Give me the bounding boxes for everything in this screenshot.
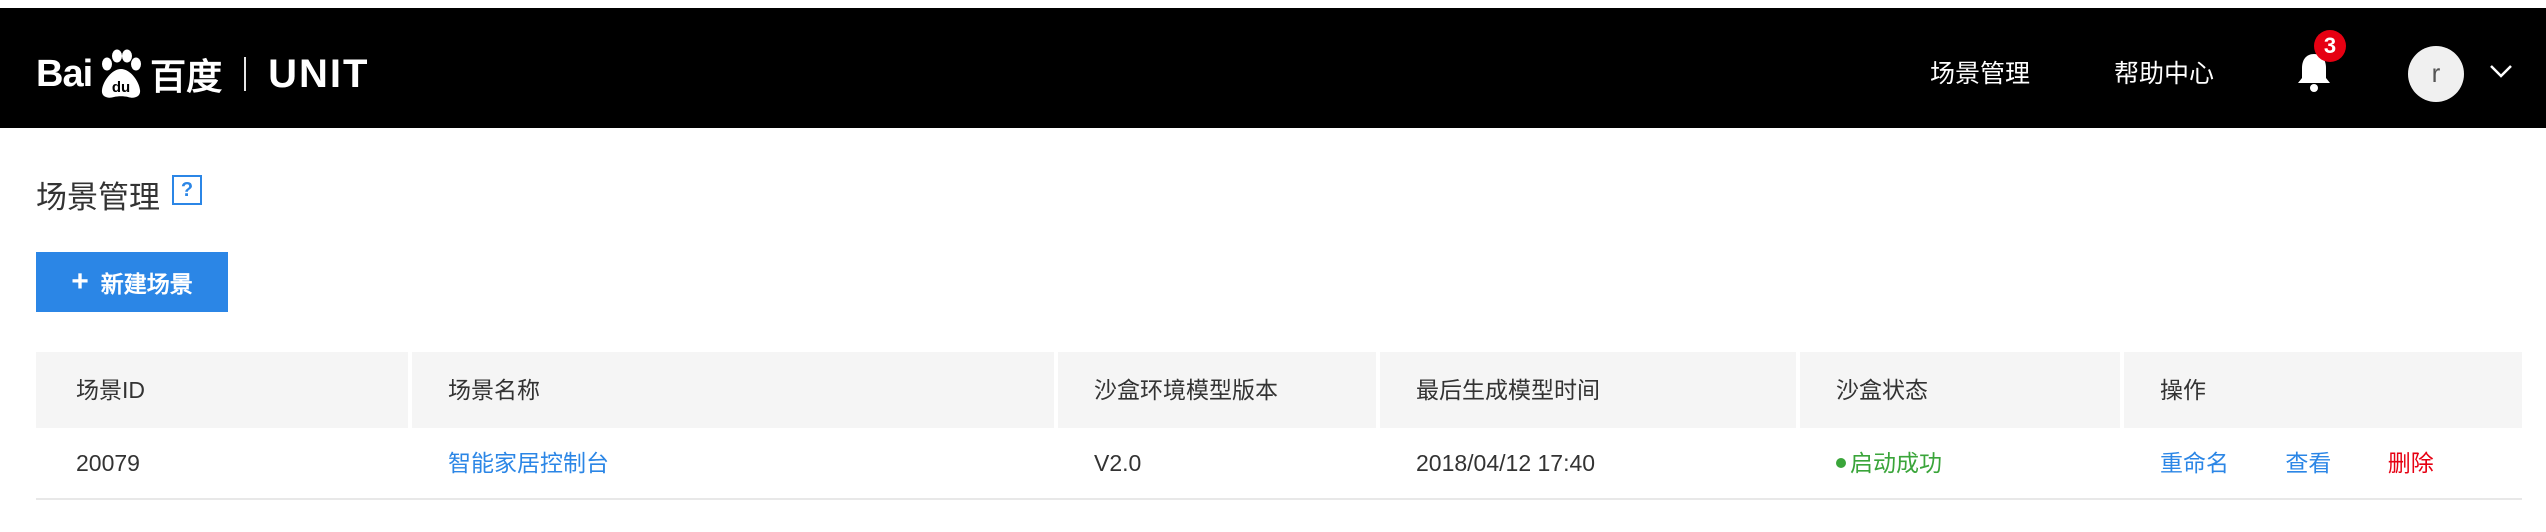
scene-name-cell: 智能家居控制台 (408, 428, 1054, 498)
nav-help-center[interactable]: 帮助中心 (2114, 54, 2214, 90)
column-header-model-version: 沙盒环境模型版本 (1054, 352, 1376, 428)
column-header-model-time: 最后生成模型时间 (1376, 352, 1796, 428)
status-dot-icon (1836, 457, 1846, 468)
logo-baidu-chinese: 百度 (150, 56, 223, 97)
logo-du-text: du (112, 79, 130, 96)
column-header-actions: 操作 (2120, 352, 2522, 428)
logo-unit-text: UNIT (268, 51, 370, 96)
scene-id-cell: 20079 (76, 450, 140, 476)
top-navbar: Bai du 百度 UNIT 场景管理 帮助中心 3 r (0, 8, 2546, 128)
actions-cell: 重命名 查看 删除 (2120, 428, 2522, 498)
baidu-paw-icon: du (102, 49, 142, 98)
sandbox-status-cell: 启动成功 (1796, 428, 2120, 498)
logo-separator (244, 57, 247, 91)
table-row: 20079 智能家居控制台 V2.0 2018/04/12 17:40 启动成功… (36, 428, 2522, 500)
column-header-scene-id: 场景ID (76, 377, 145, 403)
column-header-scene-name: 场景名称 (408, 352, 1054, 428)
page-title: 场景管理 (36, 180, 160, 215)
notification-count-badge: 3 (2314, 30, 2346, 62)
new-scene-button-label: 新建场景 (100, 271, 193, 297)
table-header-row: 场景ID 场景名称 沙盒环境模型版本 最后生成模型时间 沙盒状态 操作 (36, 352, 2522, 428)
scene-table: 场景ID 场景名称 沙盒环境模型版本 最后生成模型时间 沙盒状态 操作 2007… (36, 352, 2522, 500)
scene-name-link[interactable]: 智能家居控制台 (448, 450, 609, 476)
help-icon[interactable]: ? (172, 175, 202, 205)
chevron-down-icon[interactable] (2488, 62, 2514, 80)
logo-bai-text: Bai (36, 52, 93, 95)
delete-link[interactable]: 删除 (2388, 450, 2434, 476)
column-header-sandbox-status: 沙盒状态 (1796, 352, 2120, 428)
new-scene-button[interactable]: + 新建场景 (36, 252, 228, 312)
top-strip (0, 0, 2546, 8)
view-link[interactable]: 查看 (2285, 450, 2331, 476)
status-text: 启动成功 (1850, 450, 1942, 476)
model-time-cell: 2018/04/12 17:40 (1416, 450, 1596, 476)
nav-scene-management[interactable]: 场景管理 (1930, 54, 2030, 90)
rename-link[interactable]: 重命名 (2160, 450, 2229, 476)
baidu-unit-logo[interactable]: Bai du 百度 UNIT (36, 42, 369, 106)
plus-icon: + (71, 265, 89, 298)
user-avatar[interactable]: r (2408, 46, 2464, 102)
model-version-cell: V2.0 (1094, 450, 1142, 476)
